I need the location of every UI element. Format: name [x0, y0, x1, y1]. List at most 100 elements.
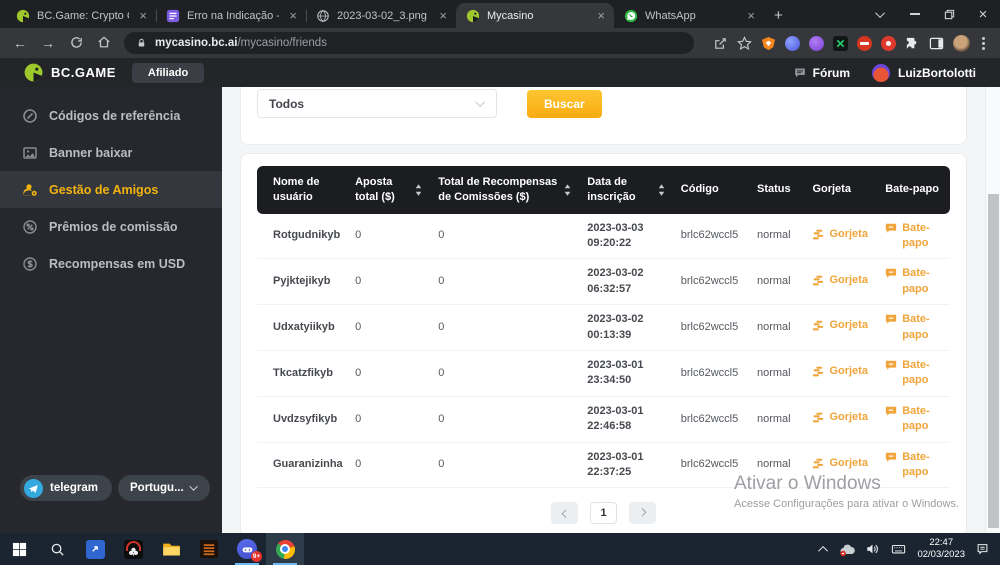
gorjeta-label: Gorjeta — [829, 410, 868, 425]
col-bet-total[interactable]: Aposta total ($) — [347, 166, 430, 214]
gorjeta-link[interactable]: Gorjeta — [812, 364, 868, 379]
sidebar-item-banner-baixar[interactable]: Banner baixar — [0, 134, 222, 171]
close-window-button[interactable]: × — [966, 0, 1000, 28]
tip-coins-icon — [812, 228, 824, 240]
forward-icon[interactable]: → — [36, 36, 60, 50]
home-icon[interactable] — [92, 35, 116, 51]
minimize-button[interactable] — [898, 0, 932, 28]
tab-png-image[interactable]: 2023-03-02_3.png (1024×76 × — [306, 3, 456, 28]
tab-erro-indicacao[interactable]: Erro na Indicação - BC.Game × — [156, 3, 306, 28]
tab-close-icon[interactable]: × — [594, 8, 608, 23]
back-icon[interactable]: ← — [8, 36, 32, 50]
gorjeta-link[interactable]: Gorjeta — [812, 456, 868, 471]
bate-papo-link[interactable]: Bate-papo — [885, 358, 942, 389]
bate-papo-link[interactable]: Bate-papo — [885, 221, 942, 252]
tab-search-icon[interactable] — [864, 0, 898, 28]
wallet-extension-icon[interactable] — [785, 36, 800, 51]
adblock-icon[interactable] — [857, 36, 872, 51]
page-scrollbar[interactable] — [985, 87, 1000, 533]
sidebar-item-recompensas-usd[interactable]: Recompensas em USD — [0, 245, 222, 282]
bate-papo-link[interactable]: Bate-papo — [885, 266, 942, 297]
sort-icon[interactable] — [564, 184, 571, 196]
tab-close-icon[interactable]: × — [744, 8, 758, 23]
friend-status: normal — [749, 396, 804, 442]
gorjeta-link[interactable]: Gorjeta — [812, 273, 868, 288]
blocker-hand-icon[interactable] — [881, 36, 896, 51]
share-icon[interactable] — [713, 36, 728, 51]
buscar-button[interactable]: Buscar — [527, 90, 602, 118]
current-page[interactable]: 1 — [590, 502, 617, 524]
next-page-button[interactable] — [629, 502, 656, 524]
side-panel-icon[interactable] — [929, 36, 944, 51]
bcgame-logo[interactable]: BC.GAME — [24, 63, 116, 82]
friend-signup-date: 2023-03-0122:37:25 — [579, 442, 673, 488]
menu-kebab-icon[interactable] — [979, 37, 988, 50]
gorjeta-link[interactable]: Gorjeta — [812, 227, 868, 242]
bcgame-favicon — [466, 9, 480, 23]
sidebar-item-gestao-de-amigos[interactable]: Gestão de Amigos — [0, 171, 222, 208]
taskbar-search-button[interactable] — [38, 533, 76, 565]
scrollbar-thumb[interactable] — [988, 194, 999, 528]
chat-bubble-icon — [885, 267, 897, 279]
sidebar-item-premios-comissao[interactable]: Prêmios de comissão — [0, 208, 222, 245]
prev-page-button[interactable] — [551, 502, 578, 524]
tab-mycasino-active[interactable]: Mycasino × — [456, 3, 614, 28]
restore-button[interactable] — [932, 0, 966, 28]
sort-icon[interactable] — [658, 184, 665, 196]
sidebar-item-label: Gestão de Amigos — [49, 183, 158, 197]
address-bar[interactable]: mycasino.bc.ai/mycasino/friends — [124, 32, 694, 54]
tab-whatsapp[interactable]: WhatsApp × — [614, 3, 764, 28]
metamask-icon[interactable] — [761, 36, 776, 51]
tab-bcgame-casino[interactable]: BC.Game: Crypto Casino Gan × — [6, 3, 156, 28]
language-selector[interactable]: Portugu... — [118, 475, 210, 501]
col-status: Status — [749, 166, 804, 214]
action-center-icon[interactable] — [975, 542, 990, 556]
bookmark-star-icon[interactable] — [737, 36, 752, 51]
tab-close-icon[interactable]: × — [436, 8, 450, 23]
keyboard-icon[interactable] — [890, 542, 907, 556]
taskbar-stripes-app[interactable] — [190, 533, 228, 565]
tab-close-icon[interactable]: × — [286, 8, 300, 23]
bate-papo-link[interactable]: Bate-papo — [885, 404, 942, 435]
tab-close-icon[interactable]: × — [136, 8, 150, 23]
bate-papo-link[interactable]: Bate-papo — [885, 312, 942, 343]
telegram-button[interactable]: telegram — [20, 475, 112, 501]
sidebar-item-label: Códigos de referência — [49, 109, 180, 123]
volume-icon[interactable] — [865, 542, 880, 556]
col-signup-date[interactable]: Data de inscrição — [579, 166, 673, 214]
reload-icon[interactable] — [64, 36, 88, 51]
x-extension-icon[interactable] — [833, 36, 848, 51]
profile-avatar[interactable] — [953, 35, 970, 52]
gorjeta-link[interactable]: Gorjeta — [812, 410, 868, 425]
brand-text: BC.GAME — [51, 65, 116, 80]
cloud-sync-icon[interactable] — [838, 542, 855, 557]
bate-papo-label: Bate-papo — [902, 221, 942, 252]
new-tab-button[interactable]: + — [764, 7, 793, 28]
tray-chevron-up-icon[interactable] — [819, 545, 829, 555]
col-rewards[interactable]: Total de Recompensas de Comissões ($) — [430, 166, 579, 214]
chevron-down-icon — [475, 97, 485, 107]
forum-link[interactable]: Fórum — [793, 66, 850, 80]
chevron-down-icon — [189, 482, 197, 490]
user-avatar[interactable] — [872, 64, 890, 82]
sidebar-item-codigos-referencia[interactable]: Códigos de referência — [0, 97, 222, 134]
taskbar-game-app[interactable]: 9+ — [228, 533, 266, 565]
signup-time: 09:20:22 — [587, 236, 665, 251]
taskbar-chrome-button[interactable] — [266, 533, 304, 565]
purple-extension-icon[interactable] — [809, 36, 824, 51]
extensions-puzzle-icon[interactable] — [905, 36, 920, 51]
afiliado-button[interactable]: Afiliado — [132, 63, 204, 83]
gorjeta-link[interactable]: Gorjeta — [812, 318, 868, 333]
friend-signup-date: 2023-03-0122:46:58 — [579, 396, 673, 442]
taskbar-remote-app[interactable] — [76, 533, 114, 565]
taskbar-poker-app[interactable] — [114, 533, 152, 565]
username-label[interactable]: LuizBortolotti — [898, 66, 976, 80]
watermark-subtitle: Acesse Configurações para ativar o Windo… — [734, 498, 959, 510]
file-explorer-button[interactable] — [152, 533, 190, 565]
sort-icon[interactable] — [415, 184, 422, 196]
friend-code: brlc62wccl5 — [673, 396, 749, 442]
start-button[interactable] — [0, 533, 38, 565]
taskbar-clock[interactable]: 22:47 02/03/2023 — [917, 537, 965, 562]
tip-coins-icon — [812, 274, 824, 286]
friend-filter-select[interactable]: Todos — [257, 89, 497, 118]
